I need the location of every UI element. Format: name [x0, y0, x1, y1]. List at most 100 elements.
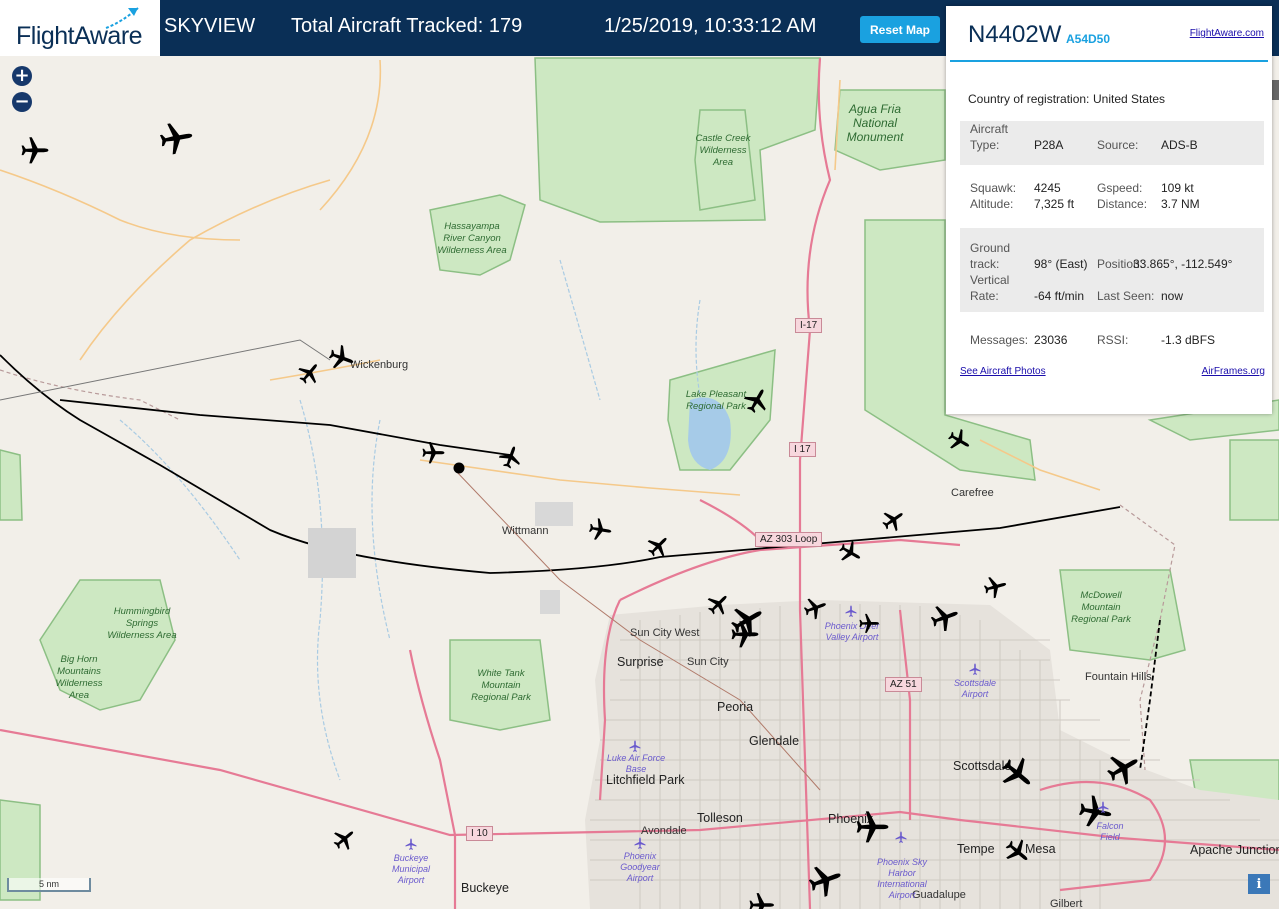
squawk-label: Squawk: — [970, 181, 1017, 195]
ground-label: Ground — [970, 241, 1011, 255]
aircraft-marker[interactable] — [749, 892, 775, 909]
source-value: ADS-B — [1161, 138, 1198, 152]
aircraft-marker[interactable] — [859, 613, 880, 634]
track-label: track: — [970, 257, 1000, 271]
aircraft-marker[interactable] — [804, 596, 827, 620]
altitude-value: 7,325 ft — [1034, 197, 1075, 211]
aircraft-marker[interactable] — [808, 863, 843, 897]
aircraft-marker[interactable] — [1107, 751, 1141, 785]
label-avondale: Avondale — [641, 825, 687, 837]
shield-i10: I 10 — [466, 826, 493, 841]
aircraft-marker[interactable] — [731, 620, 760, 649]
plane-icon — [984, 577, 1007, 599]
lastseen-label: Last Seen: — [1097, 289, 1155, 303]
label-buckeye: Buckeye — [461, 881, 509, 895]
plane-icon — [328, 344, 354, 369]
rate-value: -64 ft/min — [1034, 289, 1085, 303]
aircraft-marker[interactable] — [499, 445, 522, 469]
aircraft-marker[interactable] — [328, 344, 355, 371]
plane-icon — [21, 136, 49, 164]
info-button[interactable]: i — [1248, 874, 1270, 894]
aircraft-marker[interactable] — [707, 592, 730, 616]
rate-label: Rate: — [970, 289, 999, 303]
plane-icon — [856, 811, 889, 843]
plane-icon — [743, 389, 766, 413]
shield-i17: I 17 — [789, 442, 816, 457]
label-wickenburg: Wickenburg — [350, 359, 409, 371]
rssi-value: -1.3 dBFS — [1161, 333, 1216, 347]
aircraft-marker[interactable] — [298, 361, 321, 385]
plane-icon — [930, 605, 958, 632]
aircraft-marker[interactable] — [160, 121, 194, 155]
logo-text: FlightAware — [16, 22, 143, 50]
label-sun-city-west: Sun City West — [630, 627, 700, 639]
plane-icon — [1107, 756, 1138, 785]
aircraft-marker[interactable] — [21, 136, 50, 165]
messages-value: 23036 — [1034, 333, 1068, 347]
label-tempe: Tempe — [957, 842, 995, 856]
reset-map-button[interactable]: Reset Map — [860, 16, 940, 43]
plane-icon — [808, 866, 841, 897]
aircraft-marker[interactable] — [930, 603, 960, 632]
messages-label: Messages: — [970, 333, 1029, 347]
aircraft-marker[interactable] — [882, 508, 905, 532]
aircraft-marker[interactable] — [743, 387, 770, 413]
aircraft-marker[interactable] — [984, 575, 1007, 599]
sidebar-toggle[interactable] — [1272, 80, 1279, 100]
flightaware-link[interactable]: FlightAware.com — [1190, 28, 1264, 39]
aircraft-marker[interactable] — [589, 518, 612, 541]
aircraft-marker[interactable] — [856, 810, 890, 844]
aircraft-hex: A54D50 — [1066, 32, 1111, 46]
type-label: Type: — [970, 138, 1000, 152]
aircraft-marker[interactable] — [333, 827, 356, 851]
clock: 1/25/2019, 10:33:12 AM — [604, 15, 817, 37]
label-carefree: Carefree — [951, 487, 994, 499]
plane-icon — [499, 446, 521, 469]
aircraft-marker[interactable] — [948, 429, 971, 452]
scale-bar: 5 nm — [7, 878, 91, 892]
label-glendale: Glendale — [749, 734, 800, 748]
label-big-horn: Big Horn Mountains Wilderness Area — [55, 654, 103, 701]
aircraft-count: Total Aircraft Tracked: 179 — [291, 15, 523, 37]
type-value: P28A — [1034, 138, 1064, 152]
plane-icon — [882, 512, 903, 532]
plane-icon — [1005, 839, 1028, 861]
flightaware-logo[interactable]: FlightAware — [0, 0, 160, 56]
label-apache-junction: Apache Junction — [1190, 843, 1279, 857]
aircraft-marker[interactable] — [422, 441, 445, 464]
label-fountain-hills: Fountain Hills — [1085, 671, 1152, 683]
aircraft-marker[interactable] — [1001, 757, 1035, 791]
label-sun-city: Sun City — [687, 656, 729, 668]
vertical-label: Vertical — [970, 273, 1010, 287]
aircraft-marker[interactable] — [839, 541, 862, 564]
gspeed-label: Gspeed: — [1097, 181, 1143, 195]
gspeed-value: 109 kt — [1161, 181, 1194, 195]
plane-icon — [589, 518, 612, 541]
zoom-in-button[interactable]: + — [12, 66, 32, 86]
shield-i17-north: I-17 — [795, 318, 823, 333]
distance-value: 3.7 NM — [1161, 197, 1200, 211]
label-scottsdale-airport: Scottsdale Airport — [953, 678, 997, 699]
plane-icon — [707, 596, 727, 616]
airport-icon — [634, 836, 646, 854]
aircraft-marker[interactable] — [1005, 839, 1031, 865]
shield-az303: AZ 303 Loop — [755, 532, 823, 547]
plane-icon — [749, 893, 774, 909]
country-label: Country of registration: — [968, 92, 1090, 106]
aircraft-photos-link[interactable]: See Aircraft Photos — [960, 366, 1046, 377]
plane-icon — [298, 364, 318, 385]
source-label: Source: — [1097, 138, 1139, 152]
aircraft-label: Aircraft — [970, 122, 1009, 136]
label-sky-harbor: Phoenix Sky Harbor International Airport — [876, 857, 928, 900]
position-value: 33.865°, -112.549° — [1133, 257, 1233, 271]
plane-icon — [1001, 757, 1031, 785]
aircraft-info-panel: N4402W A54D50 FlightAware.com Country of… — [946, 6, 1272, 414]
airframes-link[interactable]: AirFrames.org — [1202, 366, 1265, 377]
airport-icon — [1097, 800, 1109, 818]
aircraft-marker[interactable] — [647, 534, 670, 558]
squawk-value: 4245 — [1034, 181, 1061, 195]
panel-divider — [950, 60, 1268, 62]
zoom-out-button[interactable]: − — [12, 92, 32, 112]
distance-label: Distance: — [1097, 197, 1148, 211]
aircraft-registration: N4402W — [968, 21, 1062, 48]
